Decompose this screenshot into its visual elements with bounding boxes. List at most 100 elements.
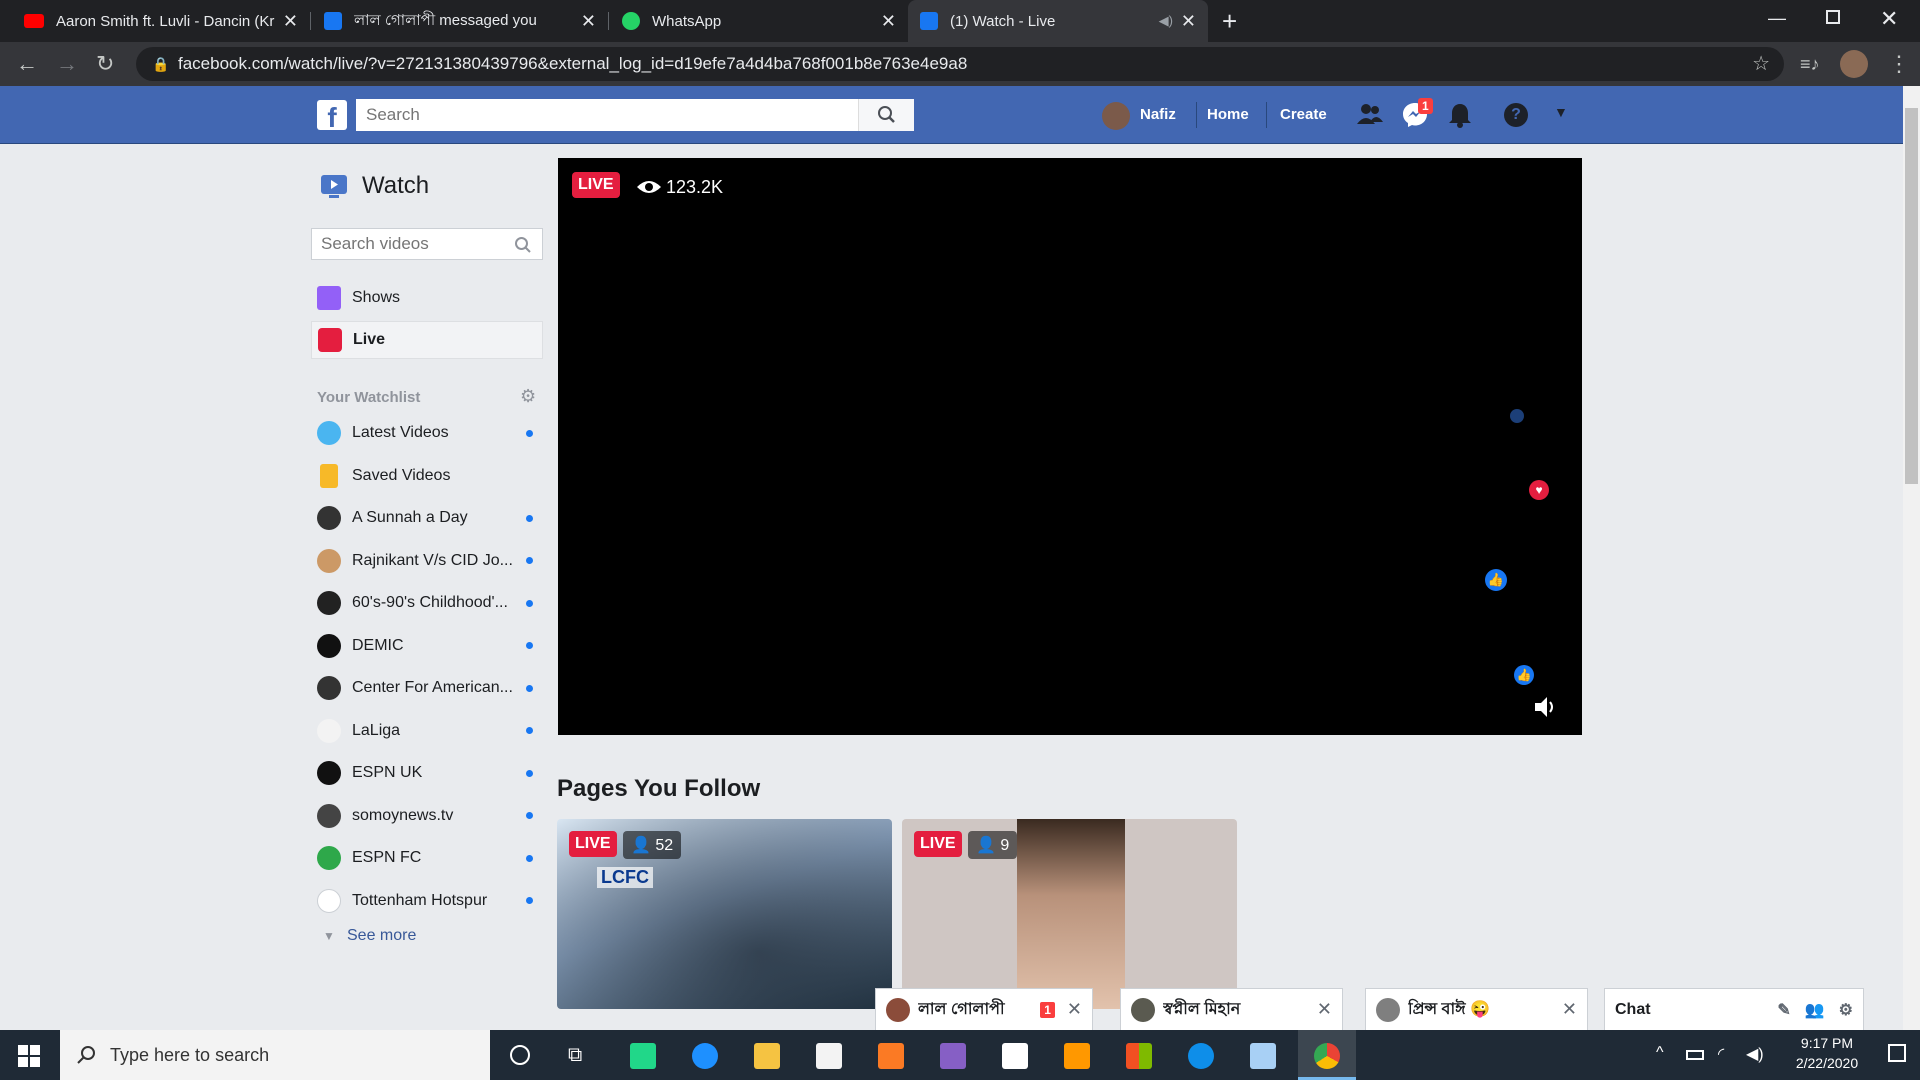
close-icon[interactable]: ✕ — [1562, 999, 1577, 1020]
chat-tab-conversation[interactable]: লাল গোলাপী 1 ✕ — [875, 988, 1093, 1030]
mute-tab-icon[interactable]: ◀) — [1159, 13, 1173, 29]
action-center-icon[interactable] — [1888, 1044, 1906, 1062]
watchlist-item[interactable]: LaLiga — [311, 712, 543, 750]
search-button[interactable] — [858, 99, 914, 131]
sublime-text-icon[interactable] — [1064, 1043, 1090, 1069]
close-icon[interactable]: ✕ — [1067, 999, 1082, 1020]
browser-menu-icon[interactable]: ⋮ — [1888, 50, 1910, 78]
close-tab-icon[interactable]: ✕ — [283, 11, 298, 32]
bookmark-star-icon[interactable]: ☆ — [1752, 47, 1770, 81]
page-avatar — [317, 591, 341, 615]
watchlist-item-label: ESPN FC — [352, 849, 422, 866]
forward-button[interactable]: → — [56, 50, 78, 78]
restore-window-button[interactable] — [1826, 10, 1840, 24]
close-tab-icon[interactable]: ✕ — [881, 11, 896, 32]
live-video-card[interactable]: LCFC LIVE 👤 52 — [557, 819, 892, 1009]
new-tab-button[interactable]: + — [1222, 6, 1237, 37]
cortana-icon[interactable] — [510, 1045, 530, 1065]
see-more-link[interactable]: See more — [347, 927, 416, 945]
help-icon[interactable]: ? — [1504, 103, 1528, 127]
browser-tab-youtube[interactable]: Aaron Smith ft. Luvli - Dancin (Kr ✕ — [12, 0, 310, 42]
wifi-icon[interactable]: ◜ — [1718, 1044, 1724, 1064]
watchlist-item[interactable]: Latest Videos — [311, 414, 543, 452]
messenger-badge: 1 — [1418, 98, 1433, 114]
sidebar-item-shows[interactable]: Shows — [311, 279, 543, 317]
reload-button[interactable]: ↻ — [96, 50, 114, 78]
live-video-card[interactable]: LIVE 👤 9 — [902, 819, 1237, 1009]
watchlist-item[interactable]: DEMIC — [311, 627, 543, 665]
browser-tab-whatsapp[interactable]: WhatsApp ✕ — [610, 0, 908, 42]
chat-tab-conversation[interactable]: স্বপ্নীল মিহান ✕ — [1120, 988, 1343, 1030]
watchlist-item[interactable]: somoynews.tv — [311, 797, 543, 835]
create-link[interactable]: Create — [1280, 106, 1327, 123]
xampp-icon[interactable] — [878, 1043, 904, 1069]
file-explorer-icon[interactable] — [754, 1043, 780, 1069]
video-search-input[interactable] — [312, 229, 502, 259]
live-video-player[interactable]: LIVE 123.2K ♥ 👍 👍 — [558, 158, 1582, 735]
close-window-button[interactable]: ✕ — [1880, 6, 1898, 32]
clock[interactable]: 9:17 PM 2/22/2020 — [1784, 1035, 1870, 1071]
watchlist-item[interactable]: ESPN UK — [311, 754, 543, 792]
search-icon[interactable] — [514, 236, 532, 254]
tab-title: লাল গোলাপী messaged you — [354, 11, 537, 29]
watchlist-item[interactable]: Saved Videos — [311, 457, 543, 495]
page-avatar — [317, 633, 341, 658]
sidebar-item-live[interactable]: Live — [311, 321, 543, 359]
new-content-dot — [526, 557, 533, 564]
bookmark-icon — [320, 463, 338, 488]
user-profile-link[interactable]: Nafiz — [1140, 106, 1176, 123]
facebook-logo[interactable]: f — [317, 100, 347, 130]
close-tab-icon[interactable]: ✕ — [1181, 11, 1196, 32]
notifications-bell-icon[interactable] — [1448, 102, 1472, 128]
compose-icon[interactable]: ✎ — [1777, 1000, 1790, 1020]
friend-requests-icon[interactable] — [1356, 102, 1384, 126]
person-icon: 👤 — [976, 837, 1001, 854]
minimize-window-button[interactable]: — — [1768, 8, 1786, 29]
gear-icon[interactable]: ⚙ — [1839, 1000, 1853, 1020]
scrollbar-thumb[interactable] — [1905, 108, 1918, 484]
speaker-icon[interactable]: ◀) — [1746, 1044, 1764, 1064]
reaction-love-icon: ♥ — [1529, 480, 1549, 500]
home-link[interactable]: Home — [1207, 106, 1249, 123]
browser-tab-messenger[interactable]: লাল গোলাপী messaged you ✕ — [312, 0, 608, 42]
account-menu-chevron-icon[interactable]: ▼ — [1554, 104, 1568, 120]
watchlist-item[interactable]: A Sunnah a Day — [311, 499, 543, 537]
people-icon[interactable]: 👥 — [1805, 1000, 1825, 1020]
gear-icon[interactable]: ⚙ — [520, 386, 536, 407]
mail-icon[interactable] — [816, 1043, 842, 1069]
clapperboard-icon — [317, 286, 341, 310]
pycharm-icon[interactable] — [630, 1043, 656, 1069]
virtualbox-icon[interactable] — [1250, 1043, 1276, 1069]
new-content-dot — [526, 854, 533, 862]
microsoft-store-icon[interactable] — [1002, 1043, 1028, 1069]
volume-icon[interactable] — [1532, 694, 1558, 720]
watchlist-item[interactable]: Center For American... — [311, 669, 543, 707]
teamviewer-icon[interactable] — [1188, 1043, 1214, 1069]
facebook-search-input[interactable] — [356, 99, 856, 131]
windows-start-icon[interactable] — [18, 1045, 40, 1067]
battery-icon[interactable] — [1686, 1050, 1704, 1060]
watchlist-item-label: somoynews.tv — [352, 806, 454, 824]
visual-studio-icon[interactable] — [940, 1043, 966, 1069]
chat-tab-conversation[interactable]: প্রিন্স বাঈ 😜 ✕ — [1365, 988, 1588, 1030]
user-avatar[interactable] — [1102, 102, 1130, 130]
edge-icon[interactable] — [692, 1043, 718, 1069]
live-badge: LIVE — [569, 831, 617, 857]
address-bar[interactable]: 🔒 facebook.com/watch/live/?v=27213138043… — [136, 47, 1784, 81]
browser-tab-watch-live[interactable]: (1) Watch - Live ◀) ✕ — [908, 0, 1208, 42]
winrar-icon[interactable] — [1126, 1043, 1152, 1069]
watchlist-item[interactable]: 60's-90's Childhood'... — [311, 584, 543, 622]
close-tab-icon[interactable]: ✕ — [581, 11, 596, 32]
taskbar-search-box[interactable]: Type here to search — [60, 1030, 490, 1080]
watchlist-item[interactable]: ESPN FC — [311, 839, 543, 877]
task-view-icon[interactable]: ⧉ — [568, 1044, 582, 1067]
watchlist-item[interactable]: Tottenham Hotspur — [311, 882, 543, 920]
watchlist-item[interactable]: Rajnikant V/s CID Jo... — [311, 542, 543, 580]
media-control-icon[interactable]: ≡♪ — [1800, 50, 1820, 78]
close-icon[interactable]: ✕ — [1317, 999, 1332, 1020]
back-button[interactable]: ← — [16, 50, 38, 78]
chat-sidebar-tab[interactable]: Chat ✎ 👥 ⚙ — [1604, 988, 1864, 1030]
profile-avatar[interactable] — [1840, 50, 1868, 78]
show-hidden-icons-icon[interactable]: ^ — [1656, 1044, 1664, 1062]
facebook-top-bar: f Nafiz Home Create 1 ? ▼ — [0, 86, 1903, 144]
